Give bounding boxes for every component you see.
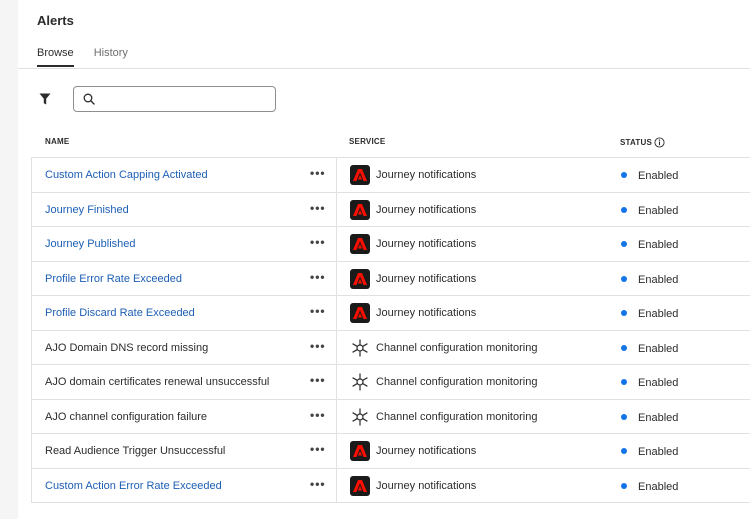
network-hub-icon <box>352 339 368 356</box>
status-dot <box>621 241 627 247</box>
status-label: Enabled <box>638 446 679 458</box>
alert-name[interactable]: Custom Action Capping Activated <box>45 169 208 181</box>
more-actions-button[interactable]: ••• <box>310 304 326 318</box>
info-icon[interactable] <box>654 137 665 148</box>
adobe-icon <box>350 441 370 461</box>
status-dot <box>621 344 627 351</box>
alert-name: Read Audience Trigger Unsuccessful <box>45 445 226 457</box>
table-row[interactable]: Profile Discard Rate Exceeded ••• Journe… <box>32 296 750 331</box>
more-actions-button[interactable]: ••• <box>310 442 326 456</box>
column-divider <box>336 296 337 330</box>
status-label: Enabled <box>638 204 679 217</box>
alert-name[interactable]: Profile Discard Rate Exceeded <box>45 307 195 319</box>
network-hub-icon <box>352 373 368 391</box>
table-row[interactable]: Custom Action Error Rate Exceeded ••• Jo… <box>32 468 750 503</box>
table-row[interactable]: AJO Domain DNS record missing ••• Channe… <box>32 330 750 365</box>
service-label: Channel configuration monitoring <box>376 341 538 354</box>
table-row[interactable]: Custom Action Capping Activated ••• Jour… <box>32 158 750 193</box>
adobe-icon <box>350 475 370 496</box>
adobe-icon <box>350 199 370 220</box>
status-label: Enabled <box>638 239 679 251</box>
network-hub-icon <box>352 408 368 425</box>
column-header-status[interactable]: STATUS <box>620 137 665 148</box>
alert-name: AJO channel configuration failure <box>45 410 208 423</box>
service-label: Journey notifications <box>376 272 477 285</box>
filter-icon[interactable] <box>39 93 51 105</box>
status-label: Enabled <box>638 170 679 182</box>
table-header: NAME SERVICE STATUS <box>31 131 750 155</box>
more-actions-button[interactable]: ••• <box>310 373 326 387</box>
status-label: Enabled <box>638 273 679 286</box>
status-label: Enabled <box>638 308 679 320</box>
more-actions-button[interactable]: ••• <box>310 201 326 215</box>
column-divider <box>336 227 337 261</box>
alert-name[interactable]: Custom Action Error Rate Exceeded <box>45 480 222 492</box>
service-label: Journey notifications <box>376 169 477 181</box>
column-divider <box>336 365 337 399</box>
tab-history[interactable]: History <box>94 47 128 67</box>
more-actions-button[interactable]: ••• <box>310 166 326 180</box>
more-actions-button[interactable]: ••• <box>310 477 326 491</box>
status-dot <box>621 275 627 282</box>
page-title: Alerts <box>37 13 74 28</box>
adobe-icon <box>350 234 370 254</box>
more-actions-button[interactable]: ••• <box>310 408 326 422</box>
column-divider <box>336 468 337 502</box>
tab-bar: Browse History <box>37 47 128 67</box>
column-divider <box>336 261 337 295</box>
status-dot <box>621 172 627 178</box>
service-label: Journey notifications <box>376 307 477 319</box>
column-header-service[interactable]: SERVICE <box>349 137 385 146</box>
search-input[interactable] <box>101 88 271 110</box>
status-dot <box>621 310 627 316</box>
adobe-icon <box>350 268 370 289</box>
table-row[interactable]: Read Audience Trigger Unsuccessful ••• J… <box>32 434 750 469</box>
alert-name: AJO Domain DNS record missing <box>45 341 209 354</box>
service-label: Journey notifications <box>376 445 477 457</box>
column-divider <box>336 158 337 192</box>
service-label: Journey notifications <box>376 238 477 250</box>
table-row[interactable]: Journey Finished ••• Journey notificatio… <box>32 192 750 227</box>
tab-browse[interactable]: Browse <box>37 47 74 67</box>
adobe-icon <box>350 165 370 185</box>
alert-name: AJO domain certificates renewal unsucces… <box>45 376 270 388</box>
service-label: Journey notifications <box>376 479 477 492</box>
table-row[interactable]: AJO domain certificates renewal unsucces… <box>32 365 750 400</box>
search-field[interactable] <box>73 86 276 112</box>
table-row[interactable]: AJO channel configuration failure ••• Ch… <box>32 399 750 434</box>
search-icon <box>83 93 95 105</box>
alert-name[interactable]: Journey Finished <box>45 204 129 216</box>
status-dot <box>621 206 627 213</box>
column-divider <box>336 330 337 364</box>
more-actions-button[interactable]: ••• <box>310 339 326 353</box>
table-row[interactable]: Profile Error Rate Exceeded ••• Journey … <box>32 261 750 296</box>
status-dot <box>621 379 627 385</box>
service-label: Journey notifications <box>376 203 477 216</box>
status-dot <box>621 413 627 420</box>
more-actions-button[interactable]: ••• <box>310 270 326 284</box>
table-row[interactable]: Journey Published ••• Journey notificati… <box>32 227 750 262</box>
status-label: Enabled <box>638 411 679 424</box>
alert-name[interactable]: Profile Error Rate Exceeded <box>45 273 182 285</box>
service-label: Channel configuration monitoring <box>376 410 538 423</box>
column-header-name[interactable]: NAME <box>45 137 69 146</box>
alert-name[interactable]: Journey Published <box>45 238 136 250</box>
alerts-table: Custom Action Capping Activated ••• Jour… <box>31 157 750 503</box>
column-divider <box>336 434 337 468</box>
column-divider <box>336 399 337 433</box>
service-label: Channel configuration monitoring <box>376 376 538 388</box>
tabs-divider <box>18 68 750 69</box>
more-actions-button[interactable]: ••• <box>310 235 326 249</box>
column-divider <box>336 192 337 226</box>
status-label: Enabled <box>638 377 679 389</box>
status-label: Enabled <box>638 480 679 493</box>
alerts-panel: Alerts Browse History NAME SERVICE STATU… <box>18 0 750 519</box>
status-dot <box>621 448 627 454</box>
adobe-icon <box>350 303 370 323</box>
status-label: Enabled <box>638 342 679 355</box>
status-dot <box>621 482 627 489</box>
